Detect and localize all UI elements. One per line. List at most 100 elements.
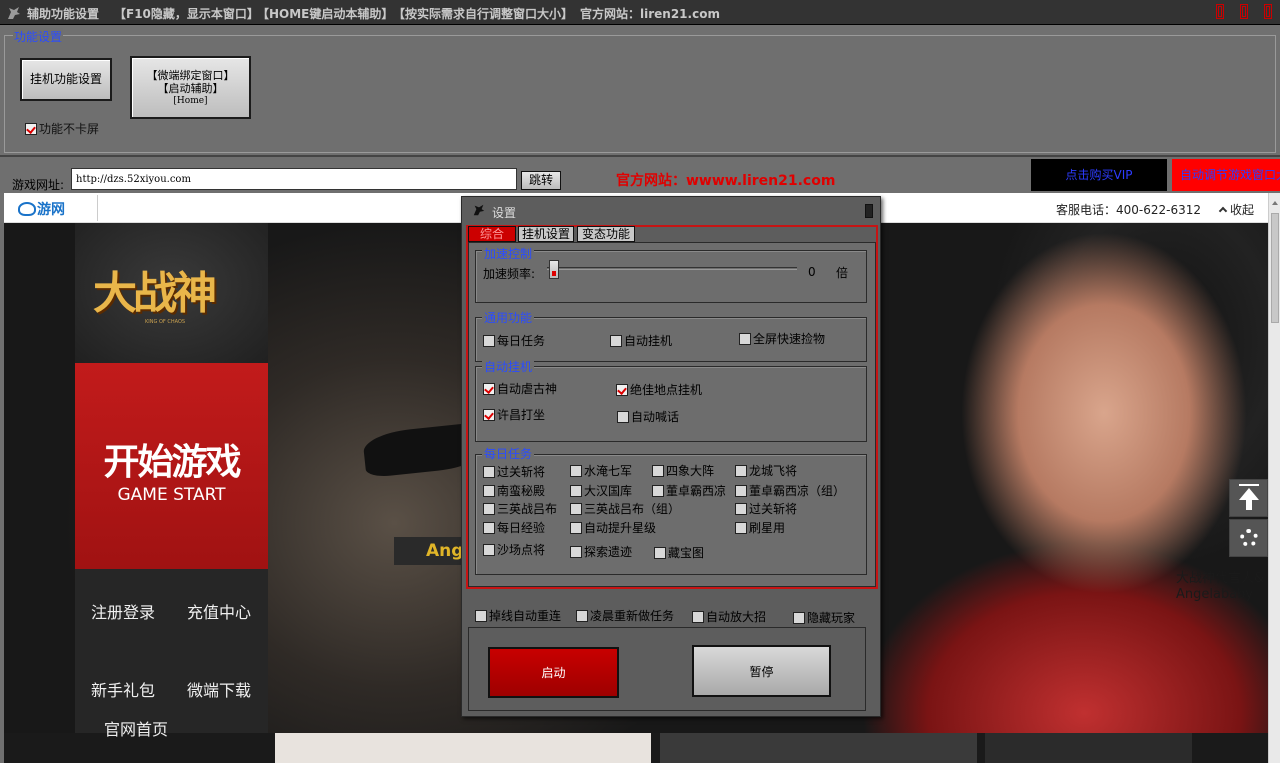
game-url-input[interactable]: http://dzs.52xiyou.com: [71, 168, 517, 190]
dialog-titlebar[interactable]: 设置: [462, 197, 880, 223]
option-auto-hang[interactable]: 自动挂机: [610, 332, 672, 349]
option-checkbox[interactable]: [735, 522, 747, 534]
collapse-button[interactable]: 收起: [1218, 201, 1254, 218]
option-reconnect[interactable]: 掉线自动重连: [475, 607, 561, 624]
maximize-button[interactable]: [1240, 4, 1248, 19]
option-checkbox[interactable]: [654, 547, 666, 559]
back-to-top-button[interactable]: [1229, 479, 1268, 517]
option-checkbox[interactable]: [570, 546, 582, 558]
option-daily-tasks[interactable]: 每日任务: [483, 332, 545, 349]
dialog-close-button[interactable]: [865, 204, 873, 218]
option-checkbox[interactable]: [483, 383, 495, 395]
close-button[interactable]: [1264, 4, 1272, 19]
news-thumb-3[interactable]: [985, 733, 1192, 763]
official-site-link[interactable]: 官方网站：wwww.liren21.com: [616, 170, 835, 190]
option-auto-ancient-god[interactable]: 自动虐古神: [483, 380, 557, 397]
option-checkbox[interactable]: [483, 503, 495, 515]
option-checkbox[interactable]: [570, 503, 582, 515]
option-checkbox[interactable]: [617, 411, 629, 423]
option-checkbox[interactable]: [483, 544, 495, 556]
option-hide-players[interactable]: 隐藏玩家: [793, 609, 855, 626]
web-scrollbar[interactable]: [1268, 193, 1280, 763]
option-checkbox[interactable]: [735, 503, 747, 515]
task-item[interactable]: 探索遗迹: [570, 543, 632, 560]
minimize-button[interactable]: [1216, 4, 1224, 19]
task-item[interactable]: 三英战吕布: [483, 500, 557, 517]
option-best-spot-hang[interactable]: 绝佳地点挂机: [616, 381, 702, 398]
task-item[interactable]: 藏宝图: [654, 544, 704, 561]
task-item[interactable]: 过关斩将: [735, 500, 797, 517]
settings-float-button[interactable]: [1229, 519, 1268, 557]
option-checkbox[interactable]: [483, 335, 495, 347]
task-item[interactable]: 刷星用: [735, 519, 785, 536]
option-redo-tasks[interactable]: 凌晨重新做任务: [576, 607, 674, 624]
speed-slider-thumb[interactable]: [549, 260, 559, 279]
caption-line1: 大战神代言人&: [1176, 571, 1265, 586]
task-item[interactable]: 董卓霸西凉: [652, 482, 726, 499]
option-checkbox[interactable]: [735, 465, 747, 477]
general-group-title: 通用功能: [482, 311, 535, 325]
task-item[interactable]: 沙场点将: [483, 541, 545, 558]
task-item[interactable]: 过关斩将: [483, 463, 545, 480]
newbie-gift-link[interactable]: 新手礼包: [91, 677, 155, 701]
option-checkbox[interactable]: [483, 466, 495, 478]
task-item[interactable]: 自动提升星级: [570, 519, 656, 536]
option-checkbox[interactable]: [483, 522, 495, 534]
option-checkbox[interactable]: [576, 610, 588, 622]
site-logo[interactable]: 游网: [18, 199, 65, 219]
news-thumb-1[interactable]: [275, 733, 651, 763]
task-item[interactable]: 南蛮秘殿: [483, 482, 545, 499]
option-checkbox[interactable]: [793, 612, 805, 624]
option-fullscreen-pickup[interactable]: 全屏快速捡物: [739, 330, 825, 347]
option-label: 董卓霸西凉: [666, 484, 727, 498]
option-checkbox[interactable]: [570, 465, 582, 477]
option-checkbox[interactable]: [616, 384, 628, 396]
scroll-thumb[interactable]: [1271, 213, 1279, 323]
function-settings-legend: 功能设置: [13, 28, 64, 45]
news-thumb-2[interactable]: [660, 733, 977, 763]
option-checkbox[interactable]: [483, 409, 495, 421]
option-checkbox[interactable]: [610, 335, 622, 347]
tab-general[interactable]: 综合: [468, 226, 516, 242]
option-checkbox[interactable]: [483, 485, 495, 497]
speed-slider-track[interactable]: [547, 267, 797, 270]
option-xuchang-meditate[interactable]: 许昌打坐: [483, 406, 545, 423]
option-checkbox[interactable]: [652, 465, 664, 477]
option-checkbox[interactable]: [475, 610, 487, 622]
go-button[interactable]: 跳转: [521, 171, 561, 190]
option-auto-ultimate[interactable]: 自动放大招: [692, 608, 766, 625]
bind-button-line1: 【微端绑定窗口】: [146, 69, 235, 82]
option-checkbox[interactable]: [652, 485, 664, 497]
tab-hang-settings[interactable]: 挂机设置: [518, 226, 574, 242]
task-item[interactable]: 董卓霸西凉（组）: [735, 482, 845, 499]
option-checkbox[interactable]: [739, 333, 751, 345]
task-item[interactable]: 三英战吕布（组）: [570, 500, 680, 517]
auto-adjust-window-button[interactable]: 自动调节游戏窗口大小: [1172, 159, 1280, 191]
buy-vip-button[interactable]: 点击购买VIP: [1031, 159, 1167, 191]
hang-settings-button[interactable]: 挂机功能设置: [20, 58, 112, 101]
pause-button[interactable]: 暂停: [692, 645, 831, 697]
no-lag-option[interactable]: 功能不卡屏: [25, 120, 99, 137]
start-button[interactable]: 启动: [488, 647, 619, 698]
task-item[interactable]: 大汉国库: [570, 482, 632, 499]
task-item[interactable]: 每日经验: [483, 519, 545, 536]
option-checkbox[interactable]: [692, 611, 704, 623]
register-login-link[interactable]: 注册登录: [91, 599, 155, 623]
client-download-link[interactable]: 微端下载: [187, 677, 251, 701]
bind-window-button[interactable]: 【微端绑定窗口】 【启动辅助】 [Home]: [130, 56, 251, 119]
hint-hide: 【F10隐藏，显示本窗口】: [114, 7, 259, 21]
task-item[interactable]: 四象大阵: [652, 462, 714, 479]
option-checkbox[interactable]: [570, 522, 582, 534]
option-label: 每日任务: [497, 334, 546, 348]
recharge-link[interactable]: 充值中心: [187, 599, 251, 623]
no-lag-checkbox[interactable]: [25, 123, 37, 135]
option-checkbox[interactable]: [570, 485, 582, 497]
task-item[interactable]: 龙城飞将: [735, 462, 797, 479]
task-item[interactable]: 水淹七军: [570, 462, 632, 479]
home-link[interactable]: 官网首页: [104, 716, 168, 740]
scroll-up-icon[interactable]: [1272, 201, 1278, 205]
tab-abnormal-functions[interactable]: 变态功能: [577, 226, 635, 242]
option-checkbox[interactable]: [735, 485, 747, 497]
option-auto-shout[interactable]: 自动喊话: [617, 408, 679, 425]
start-game-button[interactable]: 开始游戏 GAME START: [75, 363, 268, 569]
